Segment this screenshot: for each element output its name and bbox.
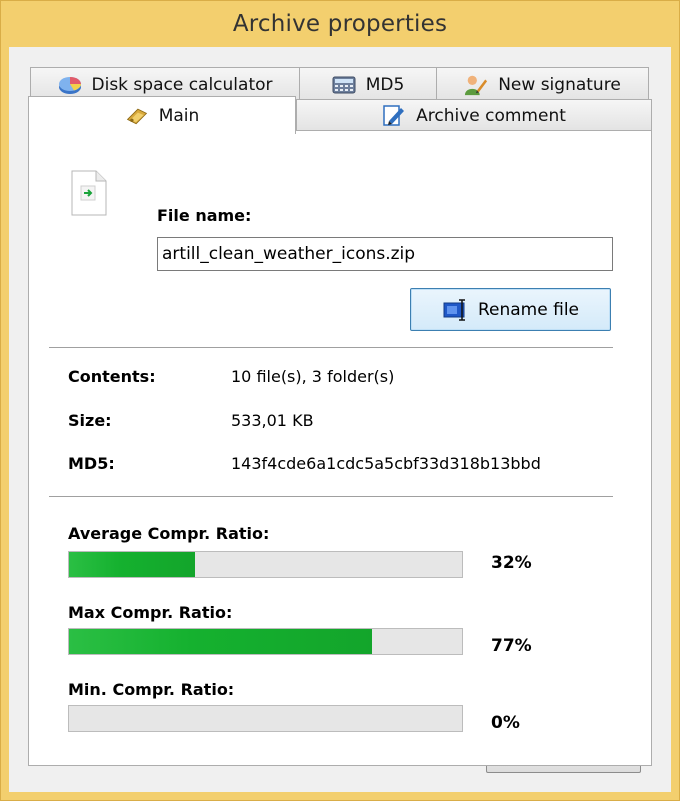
tab-archive-comment-label: Archive comment (416, 105, 566, 126)
min-ratio-label: Min. Compr. Ratio: (68, 680, 235, 699)
tab-md5-label: MD5 (365, 74, 405, 95)
tab-archive-comment[interactable]: Archive comment (296, 99, 652, 131)
rename-icon (442, 298, 470, 322)
contents-label: Contents: (68, 367, 156, 386)
contents-value: 10 file(s), 3 folder(s) (231, 367, 395, 386)
calculator-icon (332, 73, 356, 97)
average-ratio-percent: 32% (491, 553, 532, 573)
separator-bottom (49, 496, 613, 497)
user-pen-icon (464, 73, 488, 97)
average-ratio-fill (69, 552, 195, 577)
separator-top (49, 347, 613, 348)
max-ratio-label: Max Compr. Ratio: (68, 603, 233, 622)
file-name-input[interactable]: artill_clean_weather_icons.zip (157, 237, 613, 271)
tab-md5[interactable]: MD5 (299, 67, 437, 101)
md5-value: 143f4cde6a1cdc5a5cbf33d318b13bbd (231, 454, 541, 473)
min-ratio-percent: 0% (491, 713, 520, 733)
window-title: Archive properties (232, 11, 448, 37)
file-icon (69, 169, 109, 221)
size-label: Size: (68, 411, 112, 430)
tab-disk-space-label: Disk space calculator (91, 74, 273, 95)
rename-file-label: Rename file (477, 299, 579, 320)
max-ratio-fill (69, 629, 372, 654)
pie-chart-icon (58, 73, 82, 97)
rename-file-button[interactable]: Rename file (410, 288, 611, 331)
average-ratio-bar (68, 551, 463, 578)
file-name-label: File name: (157, 206, 252, 225)
tab-main-label: Main (158, 105, 200, 126)
max-ratio-bar (68, 628, 463, 655)
md5-label: MD5: (68, 454, 115, 473)
title-bar[interactable]: Archive properties (1, 1, 679, 47)
tab-new-signature[interactable]: New signature (436, 67, 649, 101)
main-tab-panel: File name: artill_clean_weather_icons.zi… (28, 130, 652, 766)
archive-properties-window: Archive properties Disk space calculator (0, 0, 680, 801)
size-value: 533,01 KB (231, 411, 314, 430)
min-ratio-bar (68, 705, 463, 732)
key-icon (125, 104, 149, 128)
max-ratio-percent: 77% (491, 636, 532, 656)
tab-new-signature-label: New signature (498, 74, 621, 95)
tab-main[interactable]: Main (28, 96, 296, 134)
average-ratio-label: Average Compr. Ratio: (68, 524, 270, 543)
dialog-client: Disk space calculator MD5 New signature … (9, 47, 671, 792)
pen-sheet-icon (382, 104, 406, 128)
